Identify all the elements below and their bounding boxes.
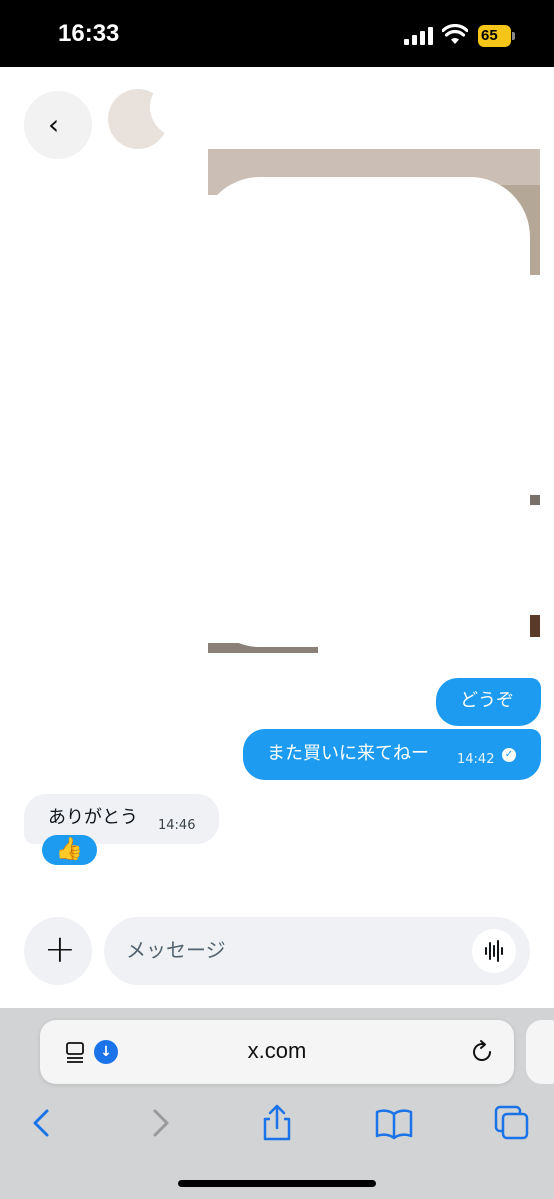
image-fragment [530,615,540,637]
battery-level: 65 [478,25,511,47]
home-indicator[interactable] [178,1180,376,1187]
share-icon[interactable] [257,1103,297,1143]
nav-back-icon[interactable] [22,1103,62,1143]
redaction-overlay [200,177,530,647]
status-time: 16:33 [58,20,120,47]
message-time: 14:46 [158,818,196,833]
redaction-overlay [150,77,320,137]
chat-area[interactable]: ‹ どうぞ また買いに来てねー 14:42 ✓ ありがとう 14:46 👍 [0,67,554,1007]
message-input-container[interactable] [104,917,530,985]
tabs-icon[interactable] [492,1103,532,1143]
voice-message-button[interactable] [472,929,516,973]
back-arrow-icon: ‹ [48,108,60,141]
nav-forward-icon[interactable] [140,1103,180,1143]
reload-icon[interactable] [468,1038,496,1066]
add-media-button[interactable]: + [24,917,92,985]
battery-cap [512,32,515,40]
reaction-badge[interactable]: 👍 [42,835,97,865]
bookmarks-icon[interactable] [374,1103,414,1143]
message-bubble-outgoing[interactable]: どうぞ [436,678,541,726]
message-input[interactable] [126,935,446,965]
voice-wave-icon [485,940,503,962]
read-check-icon: ✓ [502,748,516,762]
address-bar[interactable]: ↓ x.com [40,1020,514,1084]
message-text: また買いに来てねー [267,743,429,764]
message-bubble-outgoing[interactable]: また買いに来てねー 14:42 ✓ [243,729,541,780]
browser-toolbar: ↓ x.com [0,1008,554,1199]
image-fragment [208,135,540,149]
url-text[interactable]: x.com [40,1038,514,1064]
message-text: ありがとう [48,807,138,828]
thumbs-up-icon: 👍 [55,837,84,862]
wifi-icon [442,24,468,44]
message-text: どうぞ [460,690,514,711]
status-bar: 16:33 65 [0,0,554,67]
plus-icon: + [44,927,76,971]
battery-icon: 65 [478,25,516,47]
back-button[interactable]: ‹ [24,91,92,159]
message-time: 14:42 [457,752,495,767]
cellular-signal-icon [404,27,433,45]
next-tab-preview[interactable] [526,1020,554,1084]
